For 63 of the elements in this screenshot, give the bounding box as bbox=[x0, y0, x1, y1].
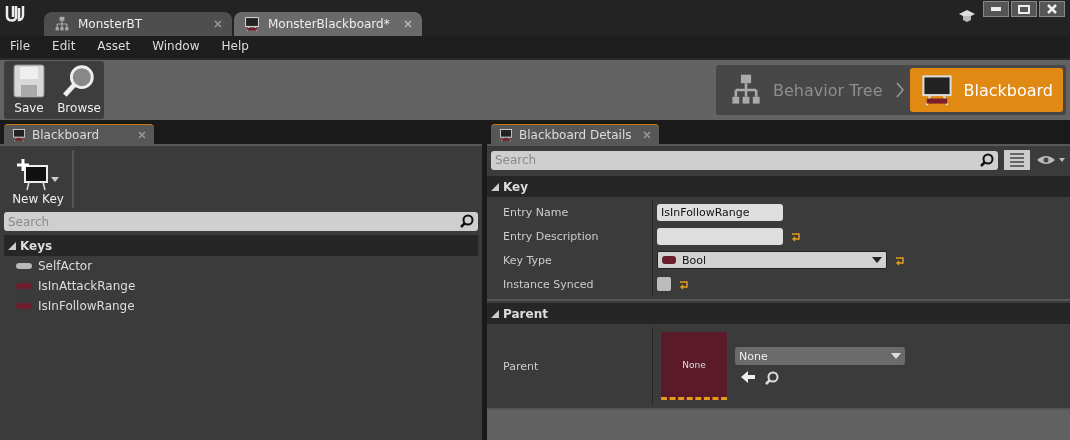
minimize-icon bbox=[991, 7, 1001, 11]
search-icon bbox=[980, 152, 994, 167]
dropdown-caret-icon bbox=[51, 177, 59, 182]
key-item[interactable]: IsInAttackRange bbox=[4, 276, 478, 296]
tree-icon bbox=[54, 16, 70, 32]
checkbox[interactable] bbox=[657, 277, 671, 291]
collapse-arrow-icon[interactable] bbox=[491, 182, 499, 191]
close-button[interactable] bbox=[1039, 1, 1065, 17]
search-icon bbox=[460, 214, 474, 228]
minimize-button[interactable] bbox=[983, 1, 1009, 17]
asset-thumbnail: None bbox=[661, 332, 727, 400]
collapse-arrow-icon[interactable] bbox=[8, 241, 16, 250]
eye-icon[interactable] bbox=[1036, 154, 1066, 166]
new-blackboard-icon bbox=[17, 158, 51, 192]
document-tab[interactable]: MonsterBT bbox=[44, 12, 232, 36]
close-icon[interactable] bbox=[138, 130, 146, 139]
document-tab[interactable]: MonsterBlackboard* bbox=[234, 12, 422, 36]
collapse-arrow-icon[interactable] bbox=[491, 309, 499, 318]
close-icon[interactable] bbox=[404, 20, 412, 28]
key-type-dropdown[interactable]: Bool bbox=[657, 251, 887, 269]
list-view-icon[interactable] bbox=[1004, 150, 1030, 170]
search-field[interactable]: Search bbox=[491, 150, 998, 170]
graduation-cap-icon bbox=[959, 9, 975, 23]
key-item[interactable]: IsInFollowRange bbox=[4, 296, 478, 316]
reset-arrow-icon[interactable] bbox=[679, 279, 689, 289]
new-key-button[interactable]: New Key bbox=[4, 150, 74, 208]
close-icon[interactable] bbox=[214, 20, 222, 28]
maximize-icon bbox=[1018, 4, 1030, 14]
section-header[interactable]: Key bbox=[487, 176, 1070, 197]
dropdown-caret-icon bbox=[891, 353, 901, 359]
blackboard-icon bbox=[244, 16, 260, 32]
menu-item[interactable]: Help bbox=[221, 39, 249, 53]
section-header[interactable]: Keys bbox=[4, 235, 478, 256]
text-field[interactable] bbox=[657, 227, 783, 245]
section-header[interactable]: Parent bbox=[487, 303, 1070, 324]
save-button[interactable]: Save bbox=[4, 61, 54, 119]
close-icon[interactable] bbox=[643, 130, 651, 139]
reset-arrow-icon[interactable] bbox=[791, 231, 801, 241]
close-icon bbox=[1047, 4, 1057, 14]
property-label: Instance Synced bbox=[487, 272, 653, 296]
panel-tab[interactable]: Blackboard Details bbox=[491, 124, 659, 144]
chevron-icon bbox=[896, 82, 905, 98]
dropdown-caret-icon bbox=[872, 257, 882, 263]
panel-tab[interactable]: Blackboard bbox=[4, 124, 154, 144]
blackboard-icon bbox=[919, 73, 954, 107]
blackboard-icon bbox=[499, 127, 513, 142]
property-label: Parent bbox=[487, 327, 653, 405]
search-field[interactable]: Search bbox=[4, 212, 478, 231]
engine-logo-icon bbox=[4, 4, 26, 24]
parent-dropdown[interactable]: None bbox=[735, 347, 905, 365]
menu-item[interactable]: File bbox=[10, 39, 31, 53]
menu-item[interactable]: Asset bbox=[97, 39, 131, 53]
search-icon bbox=[765, 371, 779, 385]
menu-item[interactable]: Window bbox=[152, 39, 200, 53]
blackboard-icon bbox=[12, 127, 26, 142]
left-arrow-icon[interactable] bbox=[741, 371, 755, 383]
maximize-button[interactable] bbox=[1011, 1, 1037, 17]
browse-button[interactable]: Browse bbox=[54, 61, 104, 119]
text-field[interactable]: IsInFollowRange bbox=[657, 203, 783, 221]
reset-arrow-icon[interactable] bbox=[895, 255, 905, 265]
menu-item[interactable]: Edit bbox=[52, 39, 76, 53]
key-item[interactable]: SelfActor bbox=[4, 256, 478, 276]
tree-icon bbox=[729, 73, 763, 107]
